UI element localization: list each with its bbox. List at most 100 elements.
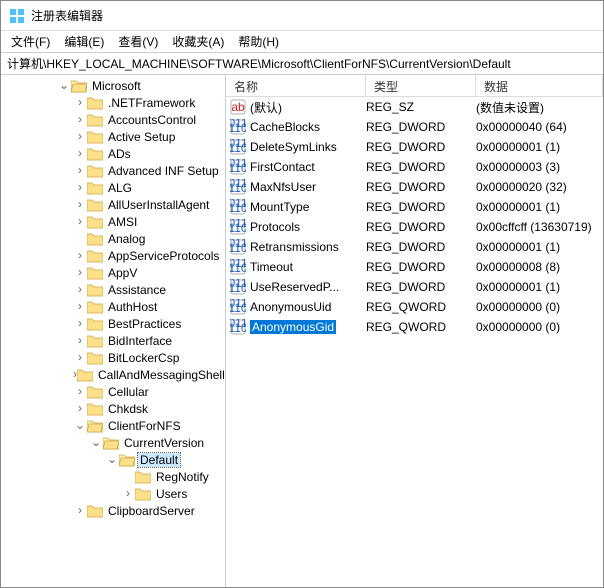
folder-icon [87, 419, 103, 433]
expander-icon[interactable] [73, 282, 87, 296]
tree-item[interactable]: CallAndMessagingShell [1, 366, 225, 383]
tree-item[interactable]: Analog [1, 230, 225, 247]
expander-icon[interactable] [73, 367, 77, 381]
tree-item[interactable]: AccountsControl [1, 111, 225, 128]
tree-item[interactable]: BidInterface [1, 332, 225, 349]
value-row[interactable]: 011110MaxNfsUserREG_DWORD0x00000020 (32) [226, 177, 603, 197]
expander-icon[interactable] [73, 316, 87, 330]
value-name: MaxNfsUser [250, 180, 316, 194]
expander-icon[interactable] [89, 435, 103, 449]
expander-icon[interactable] [73, 163, 87, 177]
value-row[interactable]: 011110UseReservedP...REG_DWORD0x00000001… [226, 277, 603, 297]
tree-item[interactable]: BestPractices [1, 315, 225, 332]
tree-item[interactable]: Active Setup [1, 128, 225, 145]
tree-item[interactable]: ALG [1, 179, 225, 196]
expander-icon[interactable] [73, 197, 87, 211]
binary-value-icon: 011110 [230, 259, 246, 275]
expander-icon[interactable] [57, 78, 71, 92]
tree-item[interactable]: Chkdsk [1, 400, 225, 417]
binary-value-icon: 011110 [230, 319, 246, 335]
tree-pane[interactable]: Microsoft.NETFramework AccountsControlAct… [1, 75, 226, 587]
value-row[interactable]: 011110MountTypeREG_DWORD0x00000001 (1) [226, 197, 603, 217]
values-pane[interactable]: 名称 类型 数据 ab(默认)REG_SZ(数值未设置) 011110 CacheB… [226, 75, 603, 587]
tree-item[interactable]: AllUserInstallAgent [1, 196, 225, 213]
tree-item[interactable]: Microsoft [1, 77, 225, 94]
tree-item[interactable]: Default [1, 451, 225, 468]
value-row[interactable]: 011110AnonymousGidREG_QWORD0x00000000 (0… [226, 317, 603, 337]
expander-icon[interactable] [73, 112, 87, 126]
tree-item[interactable]: RegNotify [1, 468, 225, 485]
expander-icon[interactable] [121, 486, 135, 500]
menu-view[interactable]: 查看(V) [112, 31, 164, 52]
folder-icon [87, 385, 103, 399]
tree-item[interactable]: Advanced INF Setup [1, 162, 225, 179]
value-row[interactable]: 011110AnonymousUidREG_QWORD0x00000000 (0… [226, 297, 603, 317]
svg-text:110: 110 [230, 281, 246, 295]
value-data: 0x00000001 (1) [476, 280, 603, 294]
value-name: CacheBlocks [250, 120, 320, 134]
col-data[interactable]: 数据 [476, 75, 603, 96]
expander-icon[interactable] [73, 248, 87, 262]
value-row[interactable]: 011110CacheBlocksREG_DWORD0x00000040 (64… [226, 117, 603, 137]
expander-icon[interactable] [73, 299, 87, 313]
expander-icon[interactable] [73, 401, 87, 415]
expander-icon[interactable] [73, 384, 87, 398]
value-name: AnonymousGid [250, 320, 336, 334]
value-row[interactable]: 011110ProtocolsREG_DWORD0x00cffcff (1363… [226, 217, 603, 237]
value-row[interactable]: 011110FirstContactREG_DWORD0x00000003 (3… [226, 157, 603, 177]
tree-item[interactable]: BitLockerCsp [1, 349, 225, 366]
address-bar[interactable]: 计算机\HKEY_LOCAL_MACHINE\SOFTWARE\Microsof… [1, 53, 603, 75]
tree-label: ClientForNFS [106, 419, 183, 433]
expander-icon[interactable] [73, 503, 87, 517]
value-data: 0x00000001 (1) [476, 140, 603, 154]
binary-value-icon: 011110 [230, 119, 246, 135]
menu-help[interactable]: 帮助(H) [232, 31, 285, 52]
value-row[interactable]: ab(默认)REG_SZ(数值未设置) [226, 97, 603, 117]
tree-item[interactable]: Assistance [1, 281, 225, 298]
menu-fav[interactable]: 收藏夹(A) [166, 31, 230, 52]
tree-label: ClipboardServer [106, 504, 197, 518]
value-row[interactable]: 011110RetransmissionsREG_DWORD0x00000001… [226, 237, 603, 257]
menu-edit[interactable]: 编辑(E) [58, 31, 110, 52]
tree-label: AMSI [106, 215, 139, 229]
expander-icon[interactable] [73, 146, 87, 160]
folder-icon [77, 368, 93, 382]
tree-item[interactable]: AppV [1, 264, 225, 281]
value-type: REG_SZ [366, 100, 476, 114]
tree-item[interactable]: ADs [1, 145, 225, 162]
value-row[interactable]: 011110TimeoutREG_DWORD0x00000008 (8) [226, 257, 603, 277]
tree-item[interactable]: Cellular [1, 383, 225, 400]
tree-item[interactable]: AppServiceProtocols [1, 247, 225, 264]
expander-icon[interactable] [73, 418, 87, 432]
tree-item[interactable]: ClipboardServer [1, 502, 225, 519]
folder-icon [119, 453, 135, 467]
value-name: Retransmissions [250, 240, 339, 254]
expander-icon[interactable] [73, 350, 87, 364]
tree-item[interactable]: AMSI [1, 213, 225, 230]
expander-icon[interactable] [105, 452, 119, 466]
col-name[interactable]: 名称 [226, 75, 366, 96]
tree-item[interactable]: Users [1, 485, 225, 502]
address-text: 计算机\HKEY_LOCAL_MACHINE\SOFTWARE\Microsof… [7, 55, 511, 72]
tree-item[interactable]: AuthHost [1, 298, 225, 315]
tree-item[interactable]: ClientForNFS [1, 417, 225, 434]
tree-item[interactable]: CurrentVersion [1, 434, 225, 451]
expander-icon[interactable] [73, 129, 87, 143]
tree-item[interactable]: .NETFramework [1, 94, 225, 111]
value-type: REG_QWORD [366, 300, 476, 314]
svg-text:110: 110 [230, 221, 246, 235]
expander-icon[interactable] [73, 333, 87, 347]
expander-icon[interactable] [73, 214, 87, 228]
tree-label: AccountsControl [106, 113, 198, 127]
col-type[interactable]: 类型 [366, 75, 476, 96]
menu-file[interactable]: 文件(F) [5, 31, 56, 52]
tree-label: Assistance [106, 283, 168, 297]
svg-text:110: 110 [230, 201, 246, 215]
value-row[interactable]: 011110DeleteSymLinksREG_DWORD0x00000001 … [226, 137, 603, 157]
value-data: 0x00000003 (3) [476, 160, 603, 174]
folder-icon [87, 232, 103, 246]
expander-icon[interactable] [73, 95, 87, 109]
expander-icon[interactable] [73, 180, 87, 194]
folder-icon [103, 436, 119, 450]
expander-icon[interactable] [73, 265, 87, 279]
